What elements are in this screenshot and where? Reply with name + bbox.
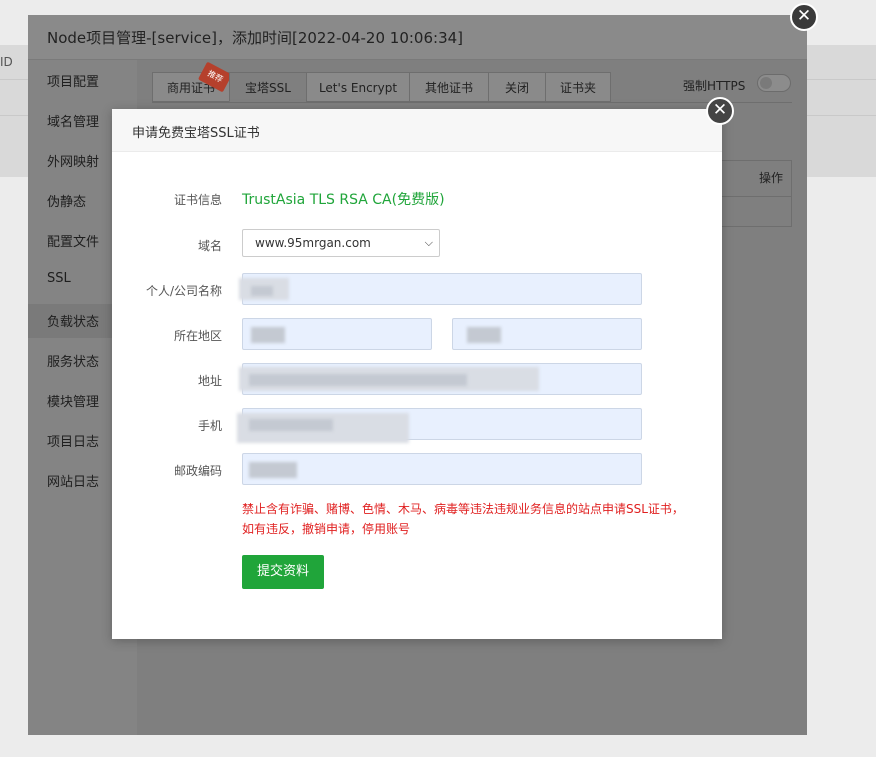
sidebar-item-port-mapping[interactable]: 外网映射 xyxy=(47,151,99,170)
tab-commercial-cert[interactable]: 商用证书 推荐 xyxy=(152,61,233,102)
tab-label: 宝塔SSL xyxy=(245,81,291,95)
sidebar-item-site-log[interactable]: 网站日志 xyxy=(47,471,99,490)
label-phone: 手机 xyxy=(197,419,222,433)
sidebar-item-project-log[interactable]: 项目日志 xyxy=(47,431,99,450)
label-name: 个人/公司名称 xyxy=(145,284,222,298)
outer-close-icon[interactable]: ✕ xyxy=(790,3,818,31)
label-domain: 域名 xyxy=(197,239,222,253)
sidebar-item-ssl[interactable]: SSL xyxy=(47,271,71,286)
sidebar-item-modules[interactable]: 模块管理 xyxy=(47,391,99,410)
sidebar-item-config-file[interactable]: 配置文件 xyxy=(47,231,99,250)
tab-cert-folder[interactable]: 证书夹 xyxy=(545,72,611,102)
phone-input[interactable] xyxy=(237,408,642,443)
postcode-input[interactable] xyxy=(242,453,642,485)
label-postcode: 邮政编码 xyxy=(173,464,222,478)
force-https-toggle[interactable] xyxy=(757,74,791,92)
tab-label: 其他证书 xyxy=(424,81,473,95)
tab-other-cert[interactable]: 其他证书 xyxy=(409,72,489,102)
sidebar-item-load-status[interactable]: 负载状态 xyxy=(47,311,99,330)
address-input[interactable] xyxy=(239,363,642,395)
outer-dialog-header: Node项目管理-[service]，添加时间[2022-04-20 10:06… xyxy=(28,15,807,60)
warning-text: 禁止含有诈骗、赌博、色情、木马、病毒等违法违规业务信息的站点申请SSL证书， 如… xyxy=(242,499,692,539)
tab-baota-ssl[interactable]: 宝塔SSL xyxy=(229,72,307,102)
tab-label: 证书夹 xyxy=(559,81,596,95)
table-op-column: 操作 xyxy=(716,160,792,227)
modal-close-icon[interactable]: ✕ xyxy=(706,97,734,125)
name-input[interactable] xyxy=(239,273,642,305)
force-https-label: 强制HTTPS xyxy=(683,79,746,93)
warning-line-2: 如有违反，撤销申请，停用账号 xyxy=(242,522,411,536)
chevron-down-icon: ⌵ xyxy=(424,236,433,249)
background-id-header: ID xyxy=(0,55,13,69)
sidebar-item-rewrite[interactable]: 伪静态 xyxy=(47,191,86,210)
label-region: 所在地区 xyxy=(173,329,222,343)
tab-lets-encrypt[interactable]: Let's Encrypt xyxy=(306,72,410,102)
label-address: 地址 xyxy=(197,374,222,388)
tab-close[interactable]: 关闭 xyxy=(488,72,546,102)
modal-header: 申请免费宝塔SSL证书 xyxy=(112,109,722,152)
label-cert-info: 证书信息 xyxy=(173,193,222,207)
domain-select-value: www.95mrgan.com xyxy=(255,236,371,250)
domain-select[interactable]: www.95mrgan.com ⌵ xyxy=(242,229,440,257)
region-city-input[interactable] xyxy=(452,318,642,350)
cert-info-value: TrustAsia TLS RSA CA(免费版) xyxy=(242,192,445,208)
modal-title: 申请免费宝塔SSL证书 xyxy=(132,126,260,141)
tab-label: Let's Encrypt xyxy=(318,81,398,95)
sidebar-item-project-config[interactable]: 项目配置 xyxy=(47,71,99,90)
tab-label: 关闭 xyxy=(504,81,529,95)
warning-line-1: 禁止含有诈骗、赌博、色情、木马、病毒等违法违规业务信息的站点申请SSL证书， xyxy=(242,502,684,516)
table-op-header: 操作 xyxy=(759,171,784,185)
sidebar-item-domain[interactable]: 域名管理 xyxy=(47,111,99,130)
sidebar-item-service-status[interactable]: 服务状态 xyxy=(47,351,99,370)
tabs-divider xyxy=(152,102,792,103)
submit-button[interactable]: 提交资料 xyxy=(242,555,324,589)
region-province-input[interactable] xyxy=(242,318,432,350)
apply-ssl-modal: 申请免费宝塔SSL证书 证书信息 TrustAsia TLS RSA CA(免费… xyxy=(112,109,722,639)
outer-dialog-title: Node项目管理-[service]，添加时间[2022-04-20 10:06… xyxy=(47,29,464,47)
